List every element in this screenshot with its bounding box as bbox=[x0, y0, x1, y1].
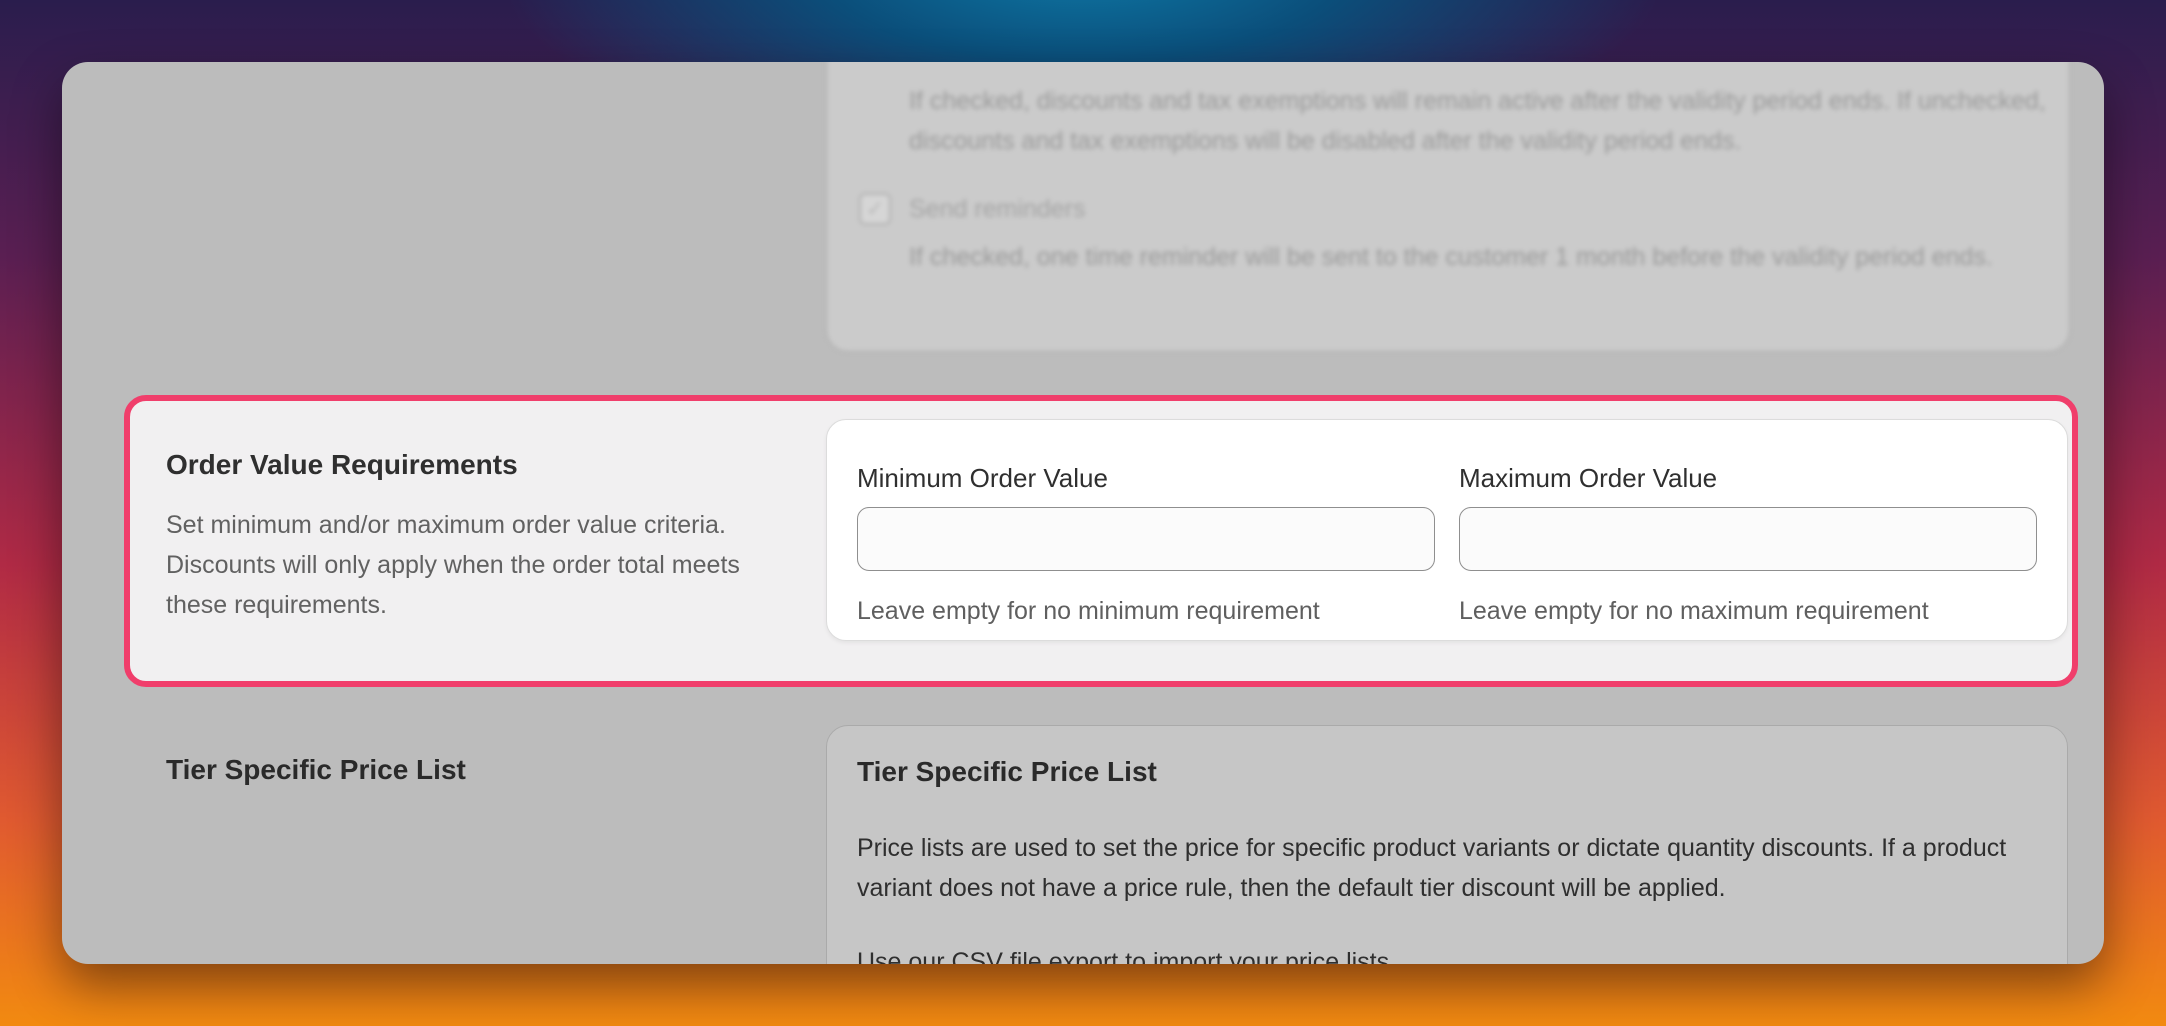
order-value-description: Set minimum and/or maximum order value c… bbox=[166, 511, 740, 619]
tier-price-list-card: Tier Specific Price List Price lists are… bbox=[826, 725, 2068, 964]
max-order-value-help: Leave empty for no maximum requirement bbox=[1459, 597, 1929, 625]
tier-price-list-card-title: Tier Specific Price List bbox=[857, 756, 1157, 787]
send-reminders-checkbox[interactable] bbox=[859, 189, 891, 229]
min-order-value-label: Minimum Order Value bbox=[857, 463, 1108, 493]
csv-import-text: Use our CSV file export to import your p… bbox=[857, 948, 1397, 964]
tier-price-list-description: Price lists are used to set the price fo… bbox=[857, 834, 2007, 902]
max-order-value-label: Maximum Order Value bbox=[1459, 463, 1718, 493]
tier-price-list-section-title: Tier Specific Price List bbox=[166, 754, 466, 785]
keep-active-description: If checked, discounts and tax exemptions… bbox=[909, 87, 2046, 155]
validity-settings-card: If checked, discounts and tax exemptions… bbox=[826, 62, 2070, 352]
min-order-value-input[interactable] bbox=[857, 507, 1435, 571]
order-value-title: Order Value Requirements bbox=[166, 449, 518, 480]
send-reminders-label: Send reminders bbox=[909, 195, 1086, 223]
min-order-value-help: Leave empty for no minimum requirement bbox=[857, 597, 1320, 625]
max-order-value-input[interactable] bbox=[1459, 507, 2037, 571]
order-value-form-card: Minimum Order Value Leave empty for no m… bbox=[826, 419, 2068, 641]
send-reminders-description: If checked, one time reminder will be se… bbox=[909, 243, 1993, 271]
app-window: If checked, discounts and tax exemptions… bbox=[62, 62, 2104, 964]
